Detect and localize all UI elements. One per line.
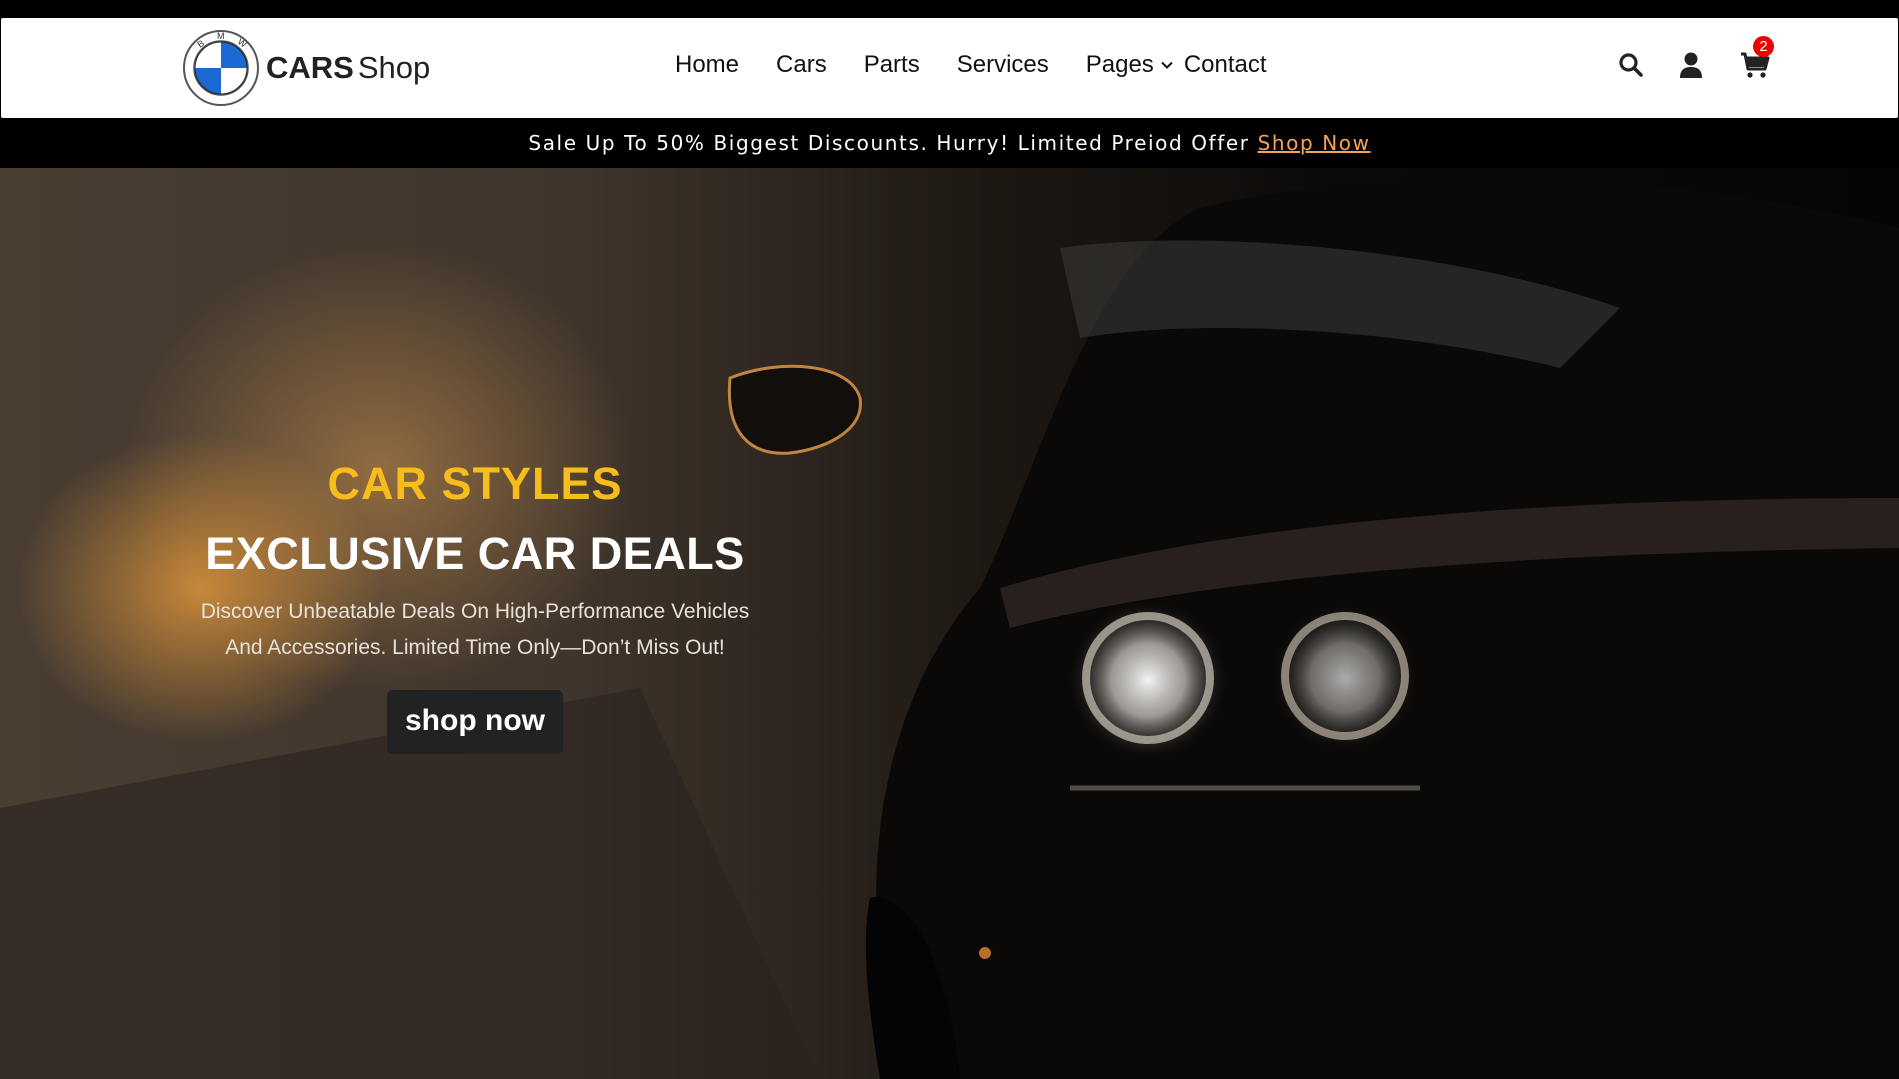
hero-headline: EXCLUSIVE CAR DEALS	[205, 528, 745, 579]
cart-button[interactable]: 2	[1740, 36, 1774, 80]
promo-shop-now-link[interactable]: Shop Now	[1258, 131, 1371, 155]
nav-parts[interactable]: Parts	[864, 51, 920, 79]
main-nav: Home Cars Parts Services Pages Contact	[675, 51, 1304, 79]
nav-pages-dropdown[interactable]: Pages	[1086, 51, 1174, 79]
hero-banner: CAR STYLES EXCLUSIVE CAR DEALS Discover …	[0, 168, 1899, 1079]
nav-pages-label: Pages	[1085, 51, 1154, 78]
bmw-logo-icon: B M W	[183, 30, 259, 106]
header-actions: 2	[1616, 36, 1774, 80]
nav-cars[interactable]: Cars	[776, 51, 827, 79]
account-button[interactable]	[1676, 50, 1706, 80]
badge-letter-m: M	[217, 31, 225, 41]
hero-kicker: CAR STYLES	[327, 458, 623, 509]
site-logo[interactable]: B M W CARS Shop	[182, 29, 430, 107]
cart-count-badge: 2	[1753, 36, 1774, 57]
promo-bar: Sale Up To 50% Biggest Discounts. Hurry!…	[0, 118, 1899, 168]
site-header: B M W CARS Shop Home Cars Parts Services …	[1, 18, 1898, 118]
shop-now-button[interactable]: shop now	[387, 690, 563, 754]
user-icon	[1680, 52, 1702, 78]
chevron-down-icon	[1161, 61, 1173, 69]
search-icon	[1619, 53, 1643, 77]
nav-contact[interactable]: Contact	[1184, 51, 1267, 79]
promo-text: Sale Up To 50% Biggest Discounts. Hurry!…	[528, 131, 1250, 155]
search-button[interactable]	[1616, 50, 1646, 80]
nav-home[interactable]: Home	[675, 51, 739, 79]
brand-name-bold: CARS	[266, 50, 354, 85]
hero-content: CAR STYLES EXCLUSIVE CAR DEALS Discover …	[150, 458, 800, 754]
nav-services[interactable]: Services	[957, 51, 1049, 79]
top-strip	[0, 0, 1899, 18]
brand-name-light: Shop	[357, 50, 431, 85]
hero-subtitle: Discover Unbeatable Deals On High-Perfor…	[200, 600, 750, 659]
brand-name: CARS Shop	[266, 50, 430, 86]
